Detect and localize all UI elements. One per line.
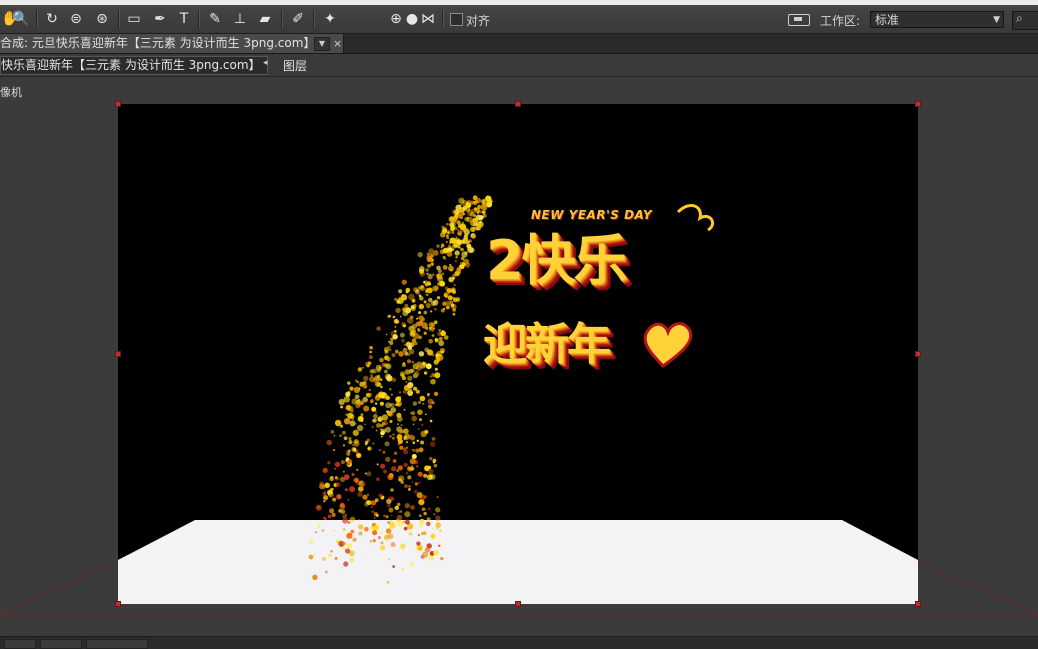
transform-handle[interactable] (915, 351, 921, 357)
pen-icon[interactable]: ✒ (150, 9, 170, 29)
chevron-down-icon: ▼ (993, 15, 1000, 25)
search-icon: ⌕ (1016, 11, 1023, 25)
brush-icon[interactable]: ✎ (205, 9, 225, 29)
transform-handle[interactable] (915, 101, 921, 107)
roto-brush-icon[interactable]: ✐ (288, 9, 308, 29)
search-help-input[interactable]: ⌕ (1012, 11, 1038, 30)
viewer-status-bar (0, 636, 1038, 649)
zoom-icon[interactable]: 🔍 (11, 9, 31, 29)
rotate-icon[interactable]: ↻ (42, 9, 62, 29)
transform-handle[interactable] (115, 351, 121, 357)
transform-handle[interactable] (915, 601, 921, 607)
toolbar-divider (198, 10, 199, 28)
toolbar-divider (36, 10, 37, 28)
pan-behind-icon[interactable]: ⊛ (92, 9, 112, 29)
caret-left-icon[interactable]: ◂ (263, 58, 268, 68)
transform-handle[interactable] (515, 101, 521, 107)
heart-icon (643, 203, 714, 368)
chevron-down-icon[interactable]: ▼ (314, 37, 330, 51)
text-icon[interactable]: T (174, 9, 194, 29)
breadcrumb: 快乐喜迎新年【三元素 为设计而生 3png.com】 ◂ 图层 (0, 54, 1038, 77)
composition-viewer[interactable]: NEW YEAR'S DAY 2快乐 迎新年 (118, 104, 918, 604)
workspace-value: 标准 (875, 13, 900, 27)
toolbar-divider (313, 10, 314, 28)
workspace-label: 工作区: (820, 14, 861, 28)
snap-label: 对齐 (466, 14, 491, 28)
eraser-icon[interactable]: ▰ (255, 9, 275, 29)
puppet-pin-icon[interactable]: ✦ (320, 9, 340, 29)
rectangle-icon[interactable]: ▭ (124, 9, 144, 29)
workspace-icon (788, 14, 810, 26)
workspace-select[interactable]: 标准 ▼ (870, 11, 1004, 28)
transform-handle[interactable] (115, 101, 121, 107)
transform-handle[interactable] (515, 601, 521, 607)
transform-handle[interactable] (115, 601, 121, 607)
tools-panel: ✋ 🔍 ↻ ⊜ ⊛ ▭ ✒ T ✎ ⊥ ▰ ✐ ✦ ⊕ ● ⋈ 对齐 工作区: … (0, 5, 1038, 34)
snap-checkbox[interactable] (450, 13, 463, 26)
tab-composition[interactable]: 合成: 元旦快乐喜迎新年【三元素 为设计而生 3png.com】 ▼ × (0, 34, 344, 53)
camera-orbit-icon[interactable]: ⊜ (66, 9, 86, 29)
active-camera-label: 像机 (0, 86, 22, 99)
composition-tab-bar: 合成: 元旦快乐喜迎新年【三元素 为设计而生 3png.com】 ▼ × (0, 34, 1038, 54)
toolbar-divider (442, 10, 443, 28)
toolbar-divider (281, 10, 282, 28)
toolbar-divider (118, 10, 119, 28)
view-axis-icon[interactable]: ⋈ (418, 9, 438, 29)
clone-stamp-icon[interactable]: ⊥ (230, 9, 250, 29)
breadcrumb-layer[interactable]: 图层 (283, 57, 307, 74)
breadcrumb-comp[interactable]: 快乐喜迎新年【三元素 为设计而生 3png.com】 (0, 56, 268, 75)
tab-title: 合成: 元旦快乐喜迎新年【三元素 为设计而生 3png.com】 (0, 36, 316, 50)
close-icon[interactable]: × (333, 34, 342, 53)
